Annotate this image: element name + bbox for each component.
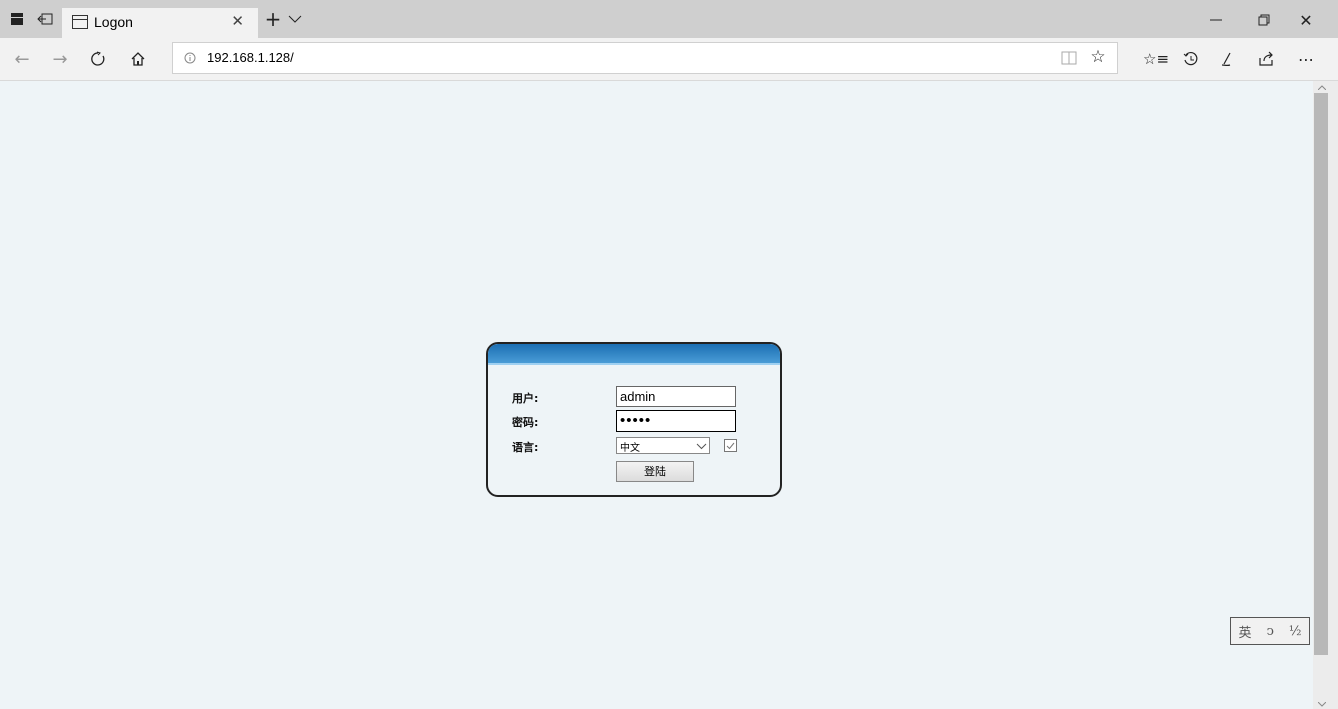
tab-actions-icon[interactable] (10, 12, 24, 26)
url-text: 192.168.1.128/ (207, 50, 294, 65)
tab-strip: Logon ✕ + ✕ (0, 0, 1338, 38)
chevron-down-icon (695, 441, 707, 451)
scrollbar-thumb[interactable] (1314, 93, 1328, 655)
address-bar[interactable]: 192.168.1.128/ ☆ (172, 42, 1118, 74)
forward-icon[interactable]: → (50, 49, 70, 70)
home-icon[interactable] (129, 50, 147, 68)
remember-checkbox[interactable] (724, 439, 737, 452)
reading-view-icon[interactable] (1061, 51, 1077, 65)
ime-mode-indicator[interactable]: 英 (1239, 622, 1252, 641)
refresh-icon[interactable] (89, 50, 107, 68)
password-input[interactable]: ••••• (616, 410, 736, 432)
set-aside-tabs-icon[interactable] (37, 12, 53, 26)
more-icon[interactable]: ⋯ (1296, 50, 1316, 69)
login-panel-header (488, 344, 780, 365)
scroll-down-icon[interactable] (1317, 700, 1327, 708)
favorites-icon[interactable]: ☆≡ (1143, 50, 1169, 68)
login-panel: 用户: 密码: ••••• 语言: 中文 登陆 (486, 342, 782, 497)
navigation-bar: ← → 192.168.1.128/ ☆ ☆≡ ⋯ (0, 38, 1338, 81)
username-label: 用户: (512, 392, 539, 405)
language-selected: 中文 (620, 443, 640, 454)
password-label: 密码: (512, 416, 539, 429)
close-tab-icon[interactable]: ✕ (231, 12, 244, 30)
login-button[interactable]: 登陆 (616, 461, 694, 482)
share-icon[interactable] (1257, 50, 1275, 68)
scroll-up-icon[interactable] (1317, 83, 1327, 91)
ime-punctuation-toggle[interactable]: ↄ (1267, 624, 1274, 639)
ime-width-toggle[interactable]: ½ (1289, 624, 1302, 639)
username-input[interactable] (616, 386, 736, 407)
chevron-down-icon[interactable] (288, 12, 302, 26)
history-icon[interactable] (1182, 50, 1200, 68)
back-icon[interactable]: ← (12, 49, 32, 70)
restore-icon[interactable] (1256, 12, 1272, 28)
tab-active[interactable]: Logon ✕ (62, 8, 258, 38)
pen-icon[interactable] (1220, 50, 1238, 68)
ime-toolbar[interactable]: 英 ↄ ½ (1222, 612, 1320, 652)
minimize-icon[interactable] (1208, 12, 1224, 28)
ime-toolbar-panel: 英 ↄ ½ (1230, 617, 1310, 645)
language-select[interactable]: 中文 (616, 437, 710, 454)
close-window-icon[interactable]: ✕ (1297, 11, 1315, 30)
new-tab-icon[interactable]: + (264, 7, 282, 31)
page-icon (72, 15, 88, 29)
language-label: 语言: (512, 441, 539, 454)
info-icon[interactable] (183, 51, 197, 65)
star-icon[interactable]: ☆ (1089, 47, 1107, 67)
tab-title: Logon (94, 14, 133, 30)
